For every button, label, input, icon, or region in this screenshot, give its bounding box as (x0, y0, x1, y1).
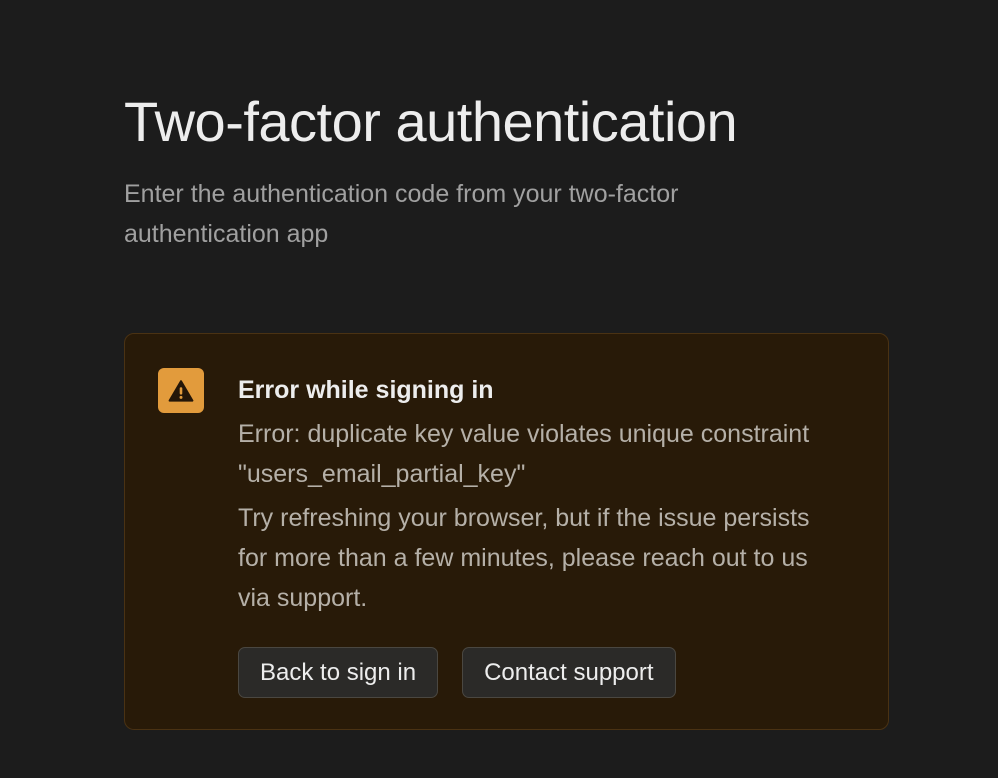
error-alert: Error while signing in Error: duplicate … (124, 333, 889, 730)
page-title: Two-factor authentication (124, 90, 738, 153)
back-to-sign-in-button[interactable]: Back to sign in (238, 647, 439, 698)
page-subtitle: Enter the authentication code from your … (124, 180, 679, 248)
alert-message: Error: duplicate key value violates uniq… (238, 420, 810, 488)
contact-support-button[interactable]: Contact support (462, 647, 676, 698)
alert-actions: Back to sign in Contact support (238, 647, 676, 698)
alert-hint: Try refreshing your browser, but if the … (238, 504, 810, 612)
alert-title: Error while signing in (238, 376, 494, 404)
warning-icon (158, 368, 204, 413)
alert-content: Error while signing in Error: duplicate … (238, 370, 838, 618)
two-factor-page: Two-factor authentication Enter the auth… (0, 0, 998, 778)
